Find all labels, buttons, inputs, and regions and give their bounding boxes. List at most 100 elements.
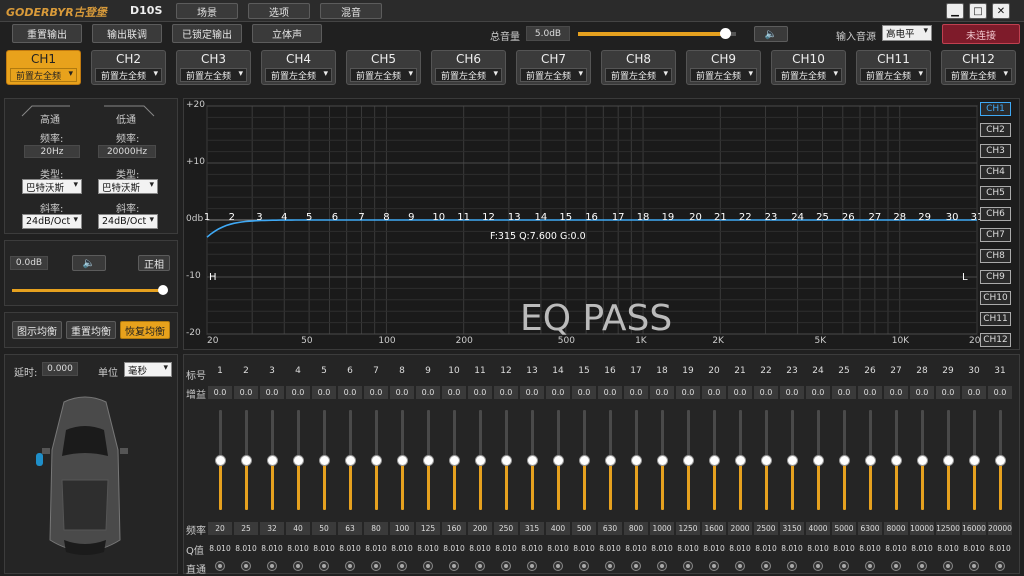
graph-band-marker[interactable]: 10: [432, 212, 446, 223]
eq-band-bypass-radio[interactable]: [787, 561, 797, 571]
eq-band-freq-value[interactable]: 2500: [754, 522, 778, 535]
graph-channel-9[interactable]: CH9: [980, 270, 1011, 284]
master-volume-slider[interactable]: [578, 28, 736, 39]
eq-band-q-value[interactable]: 8.010: [338, 542, 362, 555]
eq-band-slider-knob[interactable]: [813, 455, 824, 466]
eq-band-gain-value[interactable]: 0.0: [884, 386, 908, 399]
eq-band-q-value[interactable]: 8.010: [494, 542, 518, 555]
menu-options[interactable]: 选项: [248, 3, 310, 19]
eq-band-bypass-radio[interactable]: [319, 561, 329, 571]
channel-tab-assign-select[interactable]: 前置左全频: [520, 68, 587, 82]
channel-gain-slider[interactable]: [12, 285, 169, 295]
lp-freq-value[interactable]: 20000Hz: [98, 145, 156, 158]
eq-band-bypass-radio[interactable]: [527, 561, 537, 571]
eq-band-freq-value[interactable]: 315: [520, 522, 544, 535]
speaker-position-indicator[interactable]: [36, 453, 43, 466]
eq-band-gain-value[interactable]: 0.0: [936, 386, 960, 399]
eq-band-gain-value[interactable]: 0.0: [728, 386, 752, 399]
eq-band-gain-value[interactable]: 0.0: [962, 386, 986, 399]
eq-band-bypass-radio[interactable]: [605, 561, 615, 571]
eq-band-bypass-radio[interactable]: [501, 561, 511, 571]
eq-band-bypass-radio[interactable]: [839, 561, 849, 571]
lock-output-button[interactable]: 已锁定输出: [172, 24, 242, 43]
channel-mute-button[interactable]: 🔈: [72, 255, 106, 271]
eq-band-gain-value[interactable]: 0.0: [598, 386, 622, 399]
eq-band-gain-value[interactable]: 0.0: [234, 386, 258, 399]
eq-band-q-value[interactable]: 8.010: [286, 542, 310, 555]
graph-band-marker[interactable]: 30: [945, 212, 959, 223]
eq-band-q-value[interactable]: 8.010: [416, 542, 440, 555]
lp-type-select[interactable]: 巴特沃斯: [98, 179, 158, 194]
eq-band-bypass-radio[interactable]: [683, 561, 693, 571]
graphic-eq-button[interactable]: 图示均衡: [12, 321, 62, 339]
graph-band-marker[interactable]: 23: [764, 212, 778, 223]
graph-band-marker[interactable]: 6: [328, 212, 342, 223]
eq-band-freq-value[interactable]: 100: [390, 522, 414, 535]
graph-channel-3[interactable]: CH3: [980, 144, 1011, 158]
hp-slope-select[interactable]: 24dB/Oct: [22, 214, 82, 229]
eq-band-freq-value[interactable]: 4000: [806, 522, 830, 535]
eq-band-freq-value[interactable]: 500: [572, 522, 596, 535]
graph-band-marker[interactable]: 11: [457, 212, 471, 223]
graph-band-marker[interactable]: 27: [868, 212, 882, 223]
graph-band-marker[interactable]: 1: [200, 212, 214, 223]
eq-band-freq-value[interactable]: 6300: [858, 522, 882, 535]
eq-band-gain-value[interactable]: 0.0: [572, 386, 596, 399]
eq-band-freq-value[interactable]: 160: [442, 522, 466, 535]
channel-tab-1[interactable]: CH1 前置左全频: [6, 50, 81, 85]
stereo-button[interactable]: 立体声: [252, 24, 322, 43]
eq-band-freq-value[interactable]: 10000: [910, 522, 934, 535]
eq-band-q-value[interactable]: 8.010: [832, 542, 856, 555]
channel-tab-9[interactable]: CH9 前置左全频: [686, 50, 761, 85]
eq-band-slider-knob[interactable]: [371, 455, 382, 466]
eq-band-gain-value[interactable]: 0.0: [858, 386, 882, 399]
graph-band-marker[interactable]: 3: [252, 212, 266, 223]
eq-band-freq-value[interactable]: 400: [546, 522, 570, 535]
eq-band-gain-value[interactable]: 0.0: [468, 386, 492, 399]
channel-tab-assign-select[interactable]: 前置左全频: [435, 68, 502, 82]
channel-tab-8[interactable]: CH8 前置左全频: [601, 50, 676, 85]
eq-band-freq-value[interactable]: 1250: [676, 522, 700, 535]
eq-band-gain-value[interactable]: 0.0: [338, 386, 362, 399]
eq-band-gain-value[interactable]: 0.0: [988, 386, 1012, 399]
graph-channel-6[interactable]: CH6: [980, 207, 1011, 221]
eq-band-slider-knob[interactable]: [917, 455, 928, 466]
eq-band-q-value[interactable]: 8.010: [624, 542, 648, 555]
eq-band-gain-value[interactable]: 0.0: [312, 386, 336, 399]
channel-tab-assign-select[interactable]: 前置左全频: [605, 68, 672, 82]
eq-band-bypass-radio[interactable]: [761, 561, 771, 571]
eq-band-bypass-radio[interactable]: [267, 561, 277, 571]
eq-band-q-value[interactable]: 8.010: [572, 542, 596, 555]
eq-band-freq-value[interactable]: 80: [364, 522, 388, 535]
eq-band-slider-knob[interactable]: [605, 455, 616, 466]
eq-band-q-value[interactable]: 8.010: [546, 542, 570, 555]
phase-button[interactable]: 正相: [138, 255, 170, 271]
graph-band-marker[interactable]: 18: [636, 212, 650, 223]
channel-tab-5[interactable]: CH5 前置左全频: [346, 50, 421, 85]
eq-band-bypass-radio[interactable]: [735, 561, 745, 571]
eq-band-bypass-radio[interactable]: [397, 561, 407, 571]
reset-output-button[interactable]: 重置输出: [12, 24, 82, 43]
eq-band-slider-knob[interactable]: [657, 455, 668, 466]
eq-band-gain-value[interactable]: 0.0: [702, 386, 726, 399]
eq-band-q-value[interactable]: 8.010: [884, 542, 908, 555]
eq-band-gain-value[interactable]: 0.0: [286, 386, 310, 399]
channel-tab-assign-select[interactable]: 前置左全频: [775, 68, 842, 82]
eq-band-q-value[interactable]: 8.010: [728, 542, 752, 555]
graph-band-marker[interactable]: 19: [661, 212, 675, 223]
eq-band-freq-value[interactable]: 20000: [988, 522, 1012, 535]
eq-band-bypass-radio[interactable]: [995, 561, 1005, 571]
master-volume-knob[interactable]: [719, 28, 731, 39]
graph-channel-11[interactable]: CH11: [980, 312, 1011, 326]
eq-band-bypass-radio[interactable]: [709, 561, 719, 571]
eq-band-gain-value[interactable]: 0.0: [208, 386, 232, 399]
eq-band-q-value[interactable]: 8.010: [936, 542, 960, 555]
channel-tab-7[interactable]: CH7 前置左全频: [516, 50, 591, 85]
eq-band-bypass-radio[interactable]: [579, 561, 589, 571]
eq-band-q-value[interactable]: 8.010: [598, 542, 622, 555]
graph-band-marker[interactable]: 5: [302, 212, 316, 223]
hp-freq-value[interactable]: 20Hz: [24, 145, 80, 158]
connect-status-button[interactable]: 未连接: [942, 24, 1020, 44]
eq-band-freq-value[interactable]: 800: [624, 522, 648, 535]
eq-band-freq-value[interactable]: 40: [286, 522, 310, 535]
